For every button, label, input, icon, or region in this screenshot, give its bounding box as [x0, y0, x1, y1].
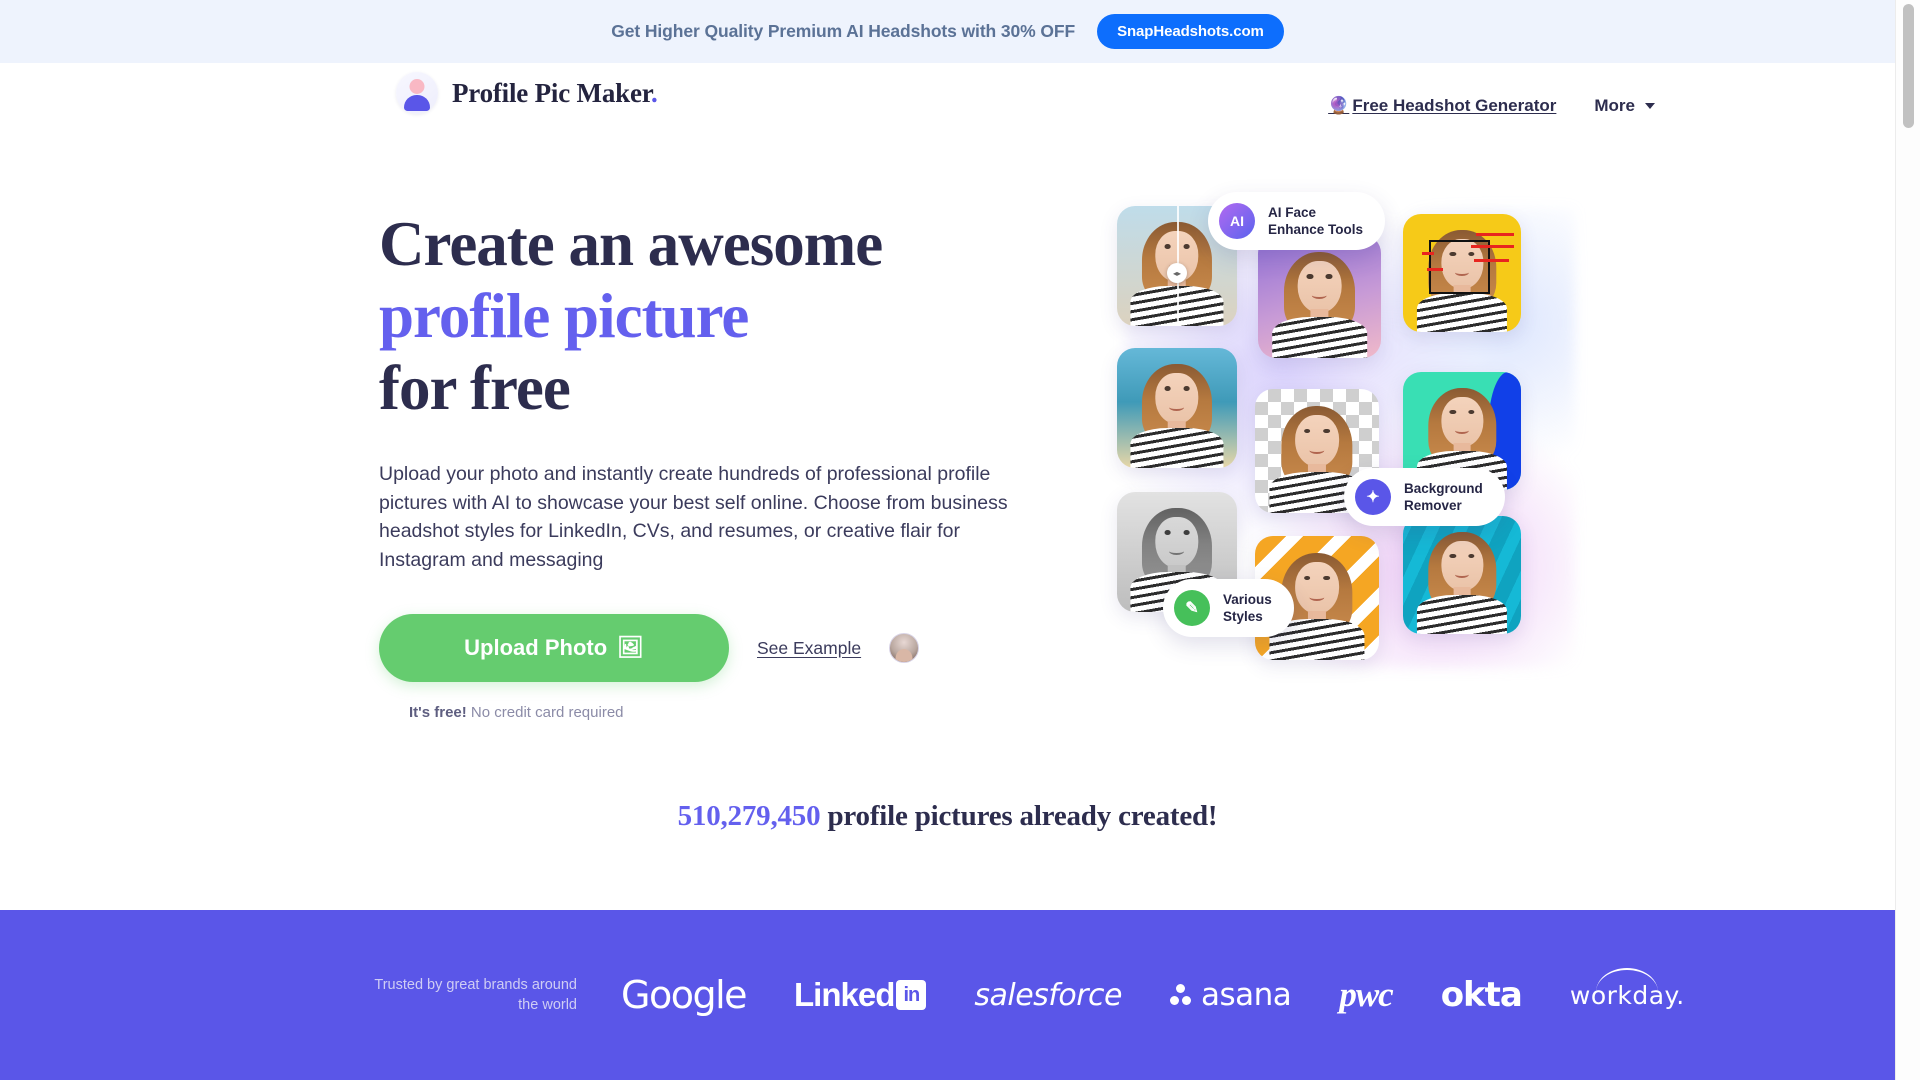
brand-logo-linkedin: Linked in: [794, 976, 927, 1014]
face-detect-box: [1428, 239, 1491, 295]
logo-dot: .: [651, 77, 658, 108]
brands-inner: Trusted by great brands around the world…: [0, 967, 1733, 1017]
free-note: It's free! No credit card required: [409, 704, 1059, 721]
nav-free-headshot-generator[interactable]: 🔮 Free Headshot Generator: [1328, 96, 1556, 116]
see-example-link[interactable]: See Example: [757, 638, 861, 659]
nav-free-headshot-generator-label: Free Headshot Generator: [1352, 95, 1557, 115]
upload-photo-label: Upload Photo: [464, 635, 608, 660]
hero-left: Create an awesome profile picture for fr…: [379, 208, 1059, 721]
asana-dots-icon: [1170, 984, 1192, 1006]
linkedin-in-icon: in: [896, 980, 927, 1010]
ai-badge-icon: AI: [1219, 203, 1255, 239]
brand-logo-linkedin-text: Linked: [794, 976, 895, 1013]
cta-row: Upload Photo 🖼 See Example: [379, 614, 1059, 682]
pill-label: Background Remover: [1404, 481, 1483, 513]
created-counter: 510,279,450 profile pictures already cre…: [0, 800, 1895, 833]
pill-label: Various Styles: [1223, 592, 1272, 624]
nav-more[interactable]: More: [1594, 96, 1655, 116]
hero-title-line3: for free: [379, 353, 571, 423]
brand-logo-google: Google: [621, 973, 748, 1017]
image-icon: 🖼: [617, 636, 644, 659]
trusted-line1: Trusted by great brands around: [374, 977, 577, 993]
main-nav: 🔮 Free Headshot Generator More: [1328, 63, 1655, 148]
pill-ai-face-enhance-tools[interactable]: AI AI Face Enhance Tools: [1208, 192, 1386, 250]
page-title: Create an awesome profile picture for fr…: [379, 208, 1059, 424]
site-header: Profile Pic Maker. 🔮 Free Headshot Genera…: [0, 63, 1895, 148]
brand-logo-asana-text: asana: [1201, 977, 1292, 1013]
scrollbar-thumb[interactable]: [1903, 4, 1914, 128]
hero-collage: ◂▸ AI AI Face Enhance Tools ✦ Background…: [1095, 178, 1595, 698]
workday-arc-icon: [1595, 967, 1658, 992]
chevron-down-icon: [1645, 102, 1655, 109]
trusted-label: Trusted by great brands around the world: [362, 975, 577, 1015]
brand-logo-pwc: pwc: [1339, 975, 1393, 1014]
brand-logo-workday: workday.: [1570, 967, 1685, 1010]
brand-logo-asana: asana: [1170, 977, 1292, 1013]
pill-various-styles[interactable]: ✎ Various Styles: [1163, 579, 1294, 637]
cyan-stripes-card[interactable]: [1403, 516, 1521, 634]
example-avatar[interactable]: [889, 633, 920, 663]
counter-suffix: profile pictures already created!: [820, 800, 1218, 832]
counter-number: 510,279,450: [677, 800, 821, 832]
free-note-rest: No credit card required: [466, 704, 624, 721]
logo-title: Profile Pic Maker: [452, 77, 652, 108]
paint-brush-icon: ✎: [1174, 590, 1210, 626]
brands-band: Trusted by great brands around the world…: [0, 910, 1895, 1080]
promo-banner: Get Higher Quality Premium AI Headshots …: [0, 0, 1895, 63]
logo[interactable]: Profile Pic Maker.: [396, 72, 658, 114]
page-scrollbar[interactable]: [1895, 0, 1920, 1080]
crystal-ball-icon: 🔮: [1328, 95, 1350, 115]
page-root: Get Higher Quality Premium AI Headshots …: [0, 0, 1920, 1080]
avatar-icon: [396, 72, 438, 114]
magic-wand-icon: ✦: [1355, 479, 1391, 515]
nav-more-label: More: [1594, 95, 1635, 115]
pill-label: AI Face Enhance Tools: [1268, 205, 1364, 237]
pill-background-remover[interactable]: ✦ Background Remover: [1344, 468, 1505, 526]
hero-title-accent: profile picture: [379, 281, 749, 351]
tropical-card[interactable]: [1117, 348, 1237, 468]
brand-logo-salesforce: salesforce: [974, 977, 1123, 1013]
logo-text: Profile Pic Maker.: [452, 78, 658, 109]
snapheadshots-button[interactable]: SnapHeadshots.com: [1097, 14, 1284, 49]
brand-logo-okta: okta: [1440, 975, 1523, 1015]
compare-handle-icon[interactable]: ◂▸: [1167, 263, 1187, 284]
upload-photo-button[interactable]: Upload Photo 🖼: [379, 614, 729, 682]
face-detection-card[interactable]: [1403, 214, 1521, 332]
promo-text: Get Higher Quality Premium AI Headshots …: [611, 21, 1076, 41]
purple-gradient-card[interactable]: [1258, 235, 1381, 358]
hero-title-line1: Create an awesome: [379, 209, 883, 279]
trusted-line2: the world: [518, 997, 577, 1013]
hero-subtitle: Upload your photo and instantly create h…: [379, 463, 1008, 571]
free-note-bold: It's free!: [409, 704, 467, 721]
